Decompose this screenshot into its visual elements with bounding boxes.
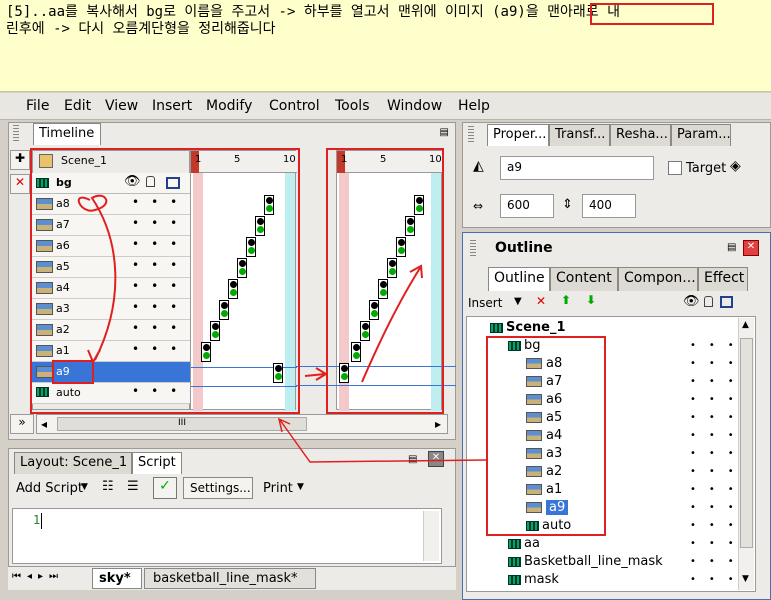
annotation-arrow-move-down <box>77 194 117 361</box>
annotation-arrows <box>77 194 487 463</box>
annotation-arrow-link <box>277 417 487 463</box>
annotation-arrow-right <box>304 367 328 381</box>
annotation-arrow-steps <box>361 264 423 383</box>
annotation-arrowhead <box>87 349 101 365</box>
